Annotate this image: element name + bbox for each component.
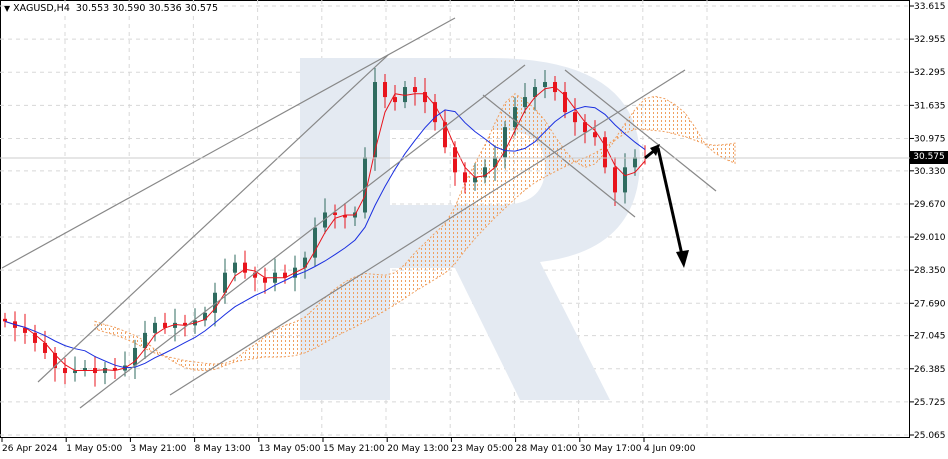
x-tick-label: 15 May 21:00: [323, 444, 385, 454]
low-value: 30.536: [148, 3, 182, 14]
x-tick-label: 30 May 17:00: [580, 444, 642, 454]
candle: [143, 320, 147, 359]
y-tick-label: 26.385: [914, 365, 946, 375]
x-tick-label: 13 May 05:00: [259, 444, 321, 454]
y-tick-label: 25.725: [914, 398, 946, 408]
y-tick-label: 31.635: [914, 101, 946, 111]
y-tick-label: 29.010: [914, 233, 946, 243]
y-tick-label: 33.615: [914, 2, 946, 12]
x-tick-label: 4 Jun 09:00: [644, 444, 696, 454]
candle: [33, 324, 37, 352]
y-tick-label: 28.350: [914, 266, 946, 276]
x-tick-label: 23 May 05:00: [451, 444, 513, 454]
y-tick-label: 30.975: [914, 134, 946, 144]
price-chart[interactable]: 33.615 32.955 32.295 31.635 30.975 30.330 29.6…: [0, 0, 948, 459]
x-tick-label: 8 May 13:00: [195, 444, 251, 454]
candle: [243, 250, 247, 279]
x-tick-label: 3 May 21:00: [130, 444, 186, 454]
candle: [113, 357, 117, 380]
x-tick-label: 28 May 01:00: [516, 444, 578, 454]
candle: [203, 306, 207, 327]
y-tick-label: 27.690: [914, 299, 946, 309]
symbol-label: XAGUSD,H4: [13, 3, 70, 14]
y-tick-label: 27.045: [914, 332, 946, 342]
y-axis: 33.615 32.955 32.295 31.635 30.975 30.330 29.6…: [910, 2, 946, 441]
current-price-tag: 30.575: [910, 151, 948, 164]
candle: [153, 316, 157, 342]
candle: [3, 312, 7, 328]
y-tick-label: 32.955: [914, 35, 946, 45]
candle: [233, 254, 237, 282]
candle: [13, 311, 17, 342]
high-value: 30.590: [112, 3, 146, 14]
collapse-triangle-icon[interactable]: ▼: [4, 4, 10, 13]
chart-title: ▼ XAGUSD,H4 30.553 30.590 30.536 30.575: [4, 3, 223, 14]
candle: [83, 359, 87, 377]
y-tick-label: 29.670: [914, 200, 946, 210]
candle: [163, 312, 167, 334]
candle: [603, 131, 607, 174]
forecast-arrow: [644, 144, 689, 268]
candle: [103, 361, 107, 385]
x-axis: 26 Apr 2024 1 May 05:00 3 May 21:00 8 May 1…: [1, 438, 696, 454]
open-value: 30.553: [75, 3, 110, 14]
x-tick-label: 26 Apr 2024: [2, 444, 58, 454]
y-tick-label: 32.295: [914, 68, 946, 78]
candle: [63, 357, 67, 385]
x-tick-label: 20 May 13:00: [387, 444, 449, 454]
close-value: 30.575: [184, 3, 219, 14]
y-tick-label: 25.065: [914, 431, 946, 441]
candle: [93, 355, 97, 387]
x-tick-label: 1 May 05:00: [66, 444, 122, 454]
y-tick-label: 30.330: [914, 167, 946, 177]
